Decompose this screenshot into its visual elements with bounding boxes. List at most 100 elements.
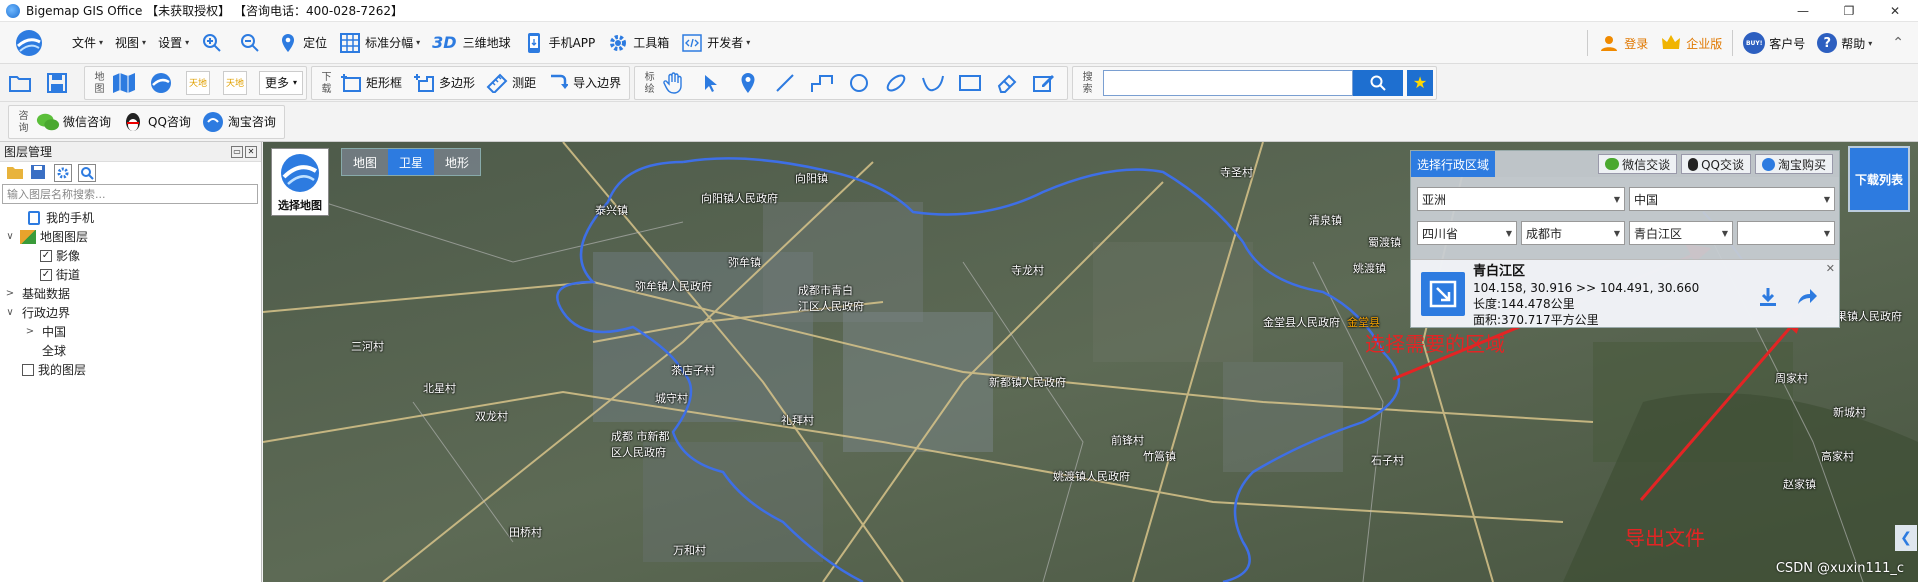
curve-tool-button[interactable]: [916, 68, 953, 98]
standard-sheet-button[interactable]: 标准分幅 ▾: [333, 28, 426, 58]
ellipse-tool-button[interactable]: [879, 68, 916, 98]
rectangle-select-button[interactable]: 矩形框: [334, 68, 407, 98]
country-select[interactable]: 中国 ▼: [1629, 187, 1835, 211]
tree-item-global[interactable]: 全球: [0, 341, 261, 360]
favorite-button[interactable]: ★: [1407, 69, 1434, 96]
expand-toggle-icon[interactable]: >: [4, 288, 16, 299]
edit-tool-button[interactable]: [1027, 68, 1064, 98]
continent-select[interactable]: 亚洲 ▼: [1417, 187, 1625, 211]
map-label: 双龙村: [475, 410, 508, 423]
polyline-tool-button[interactable]: [805, 68, 842, 98]
map-label: 成都 市新都: [611, 430, 670, 443]
more-maps-dropdown[interactable]: 更多 ▾: [259, 70, 304, 95]
map-source-2-button[interactable]: 天地: [181, 68, 218, 98]
more-label: 更多: [265, 76, 290, 90]
menu-settings[interactable]: 设置 ▾: [152, 28, 195, 58]
import-arrow-icon: [546, 71, 570, 95]
circle-tool-button[interactable]: [842, 68, 879, 98]
imagery-checkbox[interactable]: ✓: [40, 249, 52, 262]
measure-button[interactable]: 测距: [480, 68, 541, 98]
help-button[interactable]: ? 帮助 ▾: [1811, 28, 1878, 58]
layer-search-icon[interactable]: [78, 164, 96, 182]
chevron-left-icon[interactable]: ❮: [1895, 525, 1917, 551]
panel-restore-icon[interactable]: ▭: [231, 145, 243, 158]
town-select[interactable]: ▼: [1737, 221, 1835, 245]
panel-window-buttons: ▭ ✕: [231, 145, 257, 158]
export-share-icon[interactable]: [1795, 286, 1819, 311]
menu-view[interactable]: 视图 ▾: [109, 28, 152, 58]
account-button[interactable]: BUY! 客户号: [1737, 28, 1811, 58]
save-icon[interactable]: [30, 164, 48, 182]
save-button[interactable]: [40, 68, 77, 98]
download-list-button[interactable]: 下载列表: [1848, 146, 1910, 212]
tree-item-basic-data[interactable]: > 基础数据: [0, 284, 261, 303]
line-tool-button[interactable]: [768, 68, 805, 98]
taobao-consult-button[interactable]: 淘宝咨询: [196, 107, 281, 137]
tree-item-admin-boundary[interactable]: ∨ 行政边界: [0, 303, 261, 322]
streets-checkbox[interactable]: ✓: [40, 268, 52, 281]
enterprise-button[interactable]: 企业版: [1654, 28, 1728, 58]
marker-tool-button[interactable]: [731, 68, 768, 98]
zoom-in-button[interactable]: [195, 28, 233, 58]
map-layers-button[interactable]: [107, 68, 144, 98]
qq-chat-button[interactable]: QQ交谈: [1681, 154, 1751, 174]
tree-item-map-layers[interactable]: ∨ 地图图层: [0, 227, 261, 246]
minimize-button[interactable]: —: [1780, 0, 1826, 22]
my-layers-checkbox[interactable]: [22, 363, 34, 376]
qq-consult-button[interactable]: QQ咨询: [116, 107, 196, 137]
consult-toolbar: 咨询 微信咨询 QQ咨询 淘宝咨询: [0, 102, 1918, 142]
city-select[interactable]: 成都市 ▼: [1521, 221, 1625, 245]
edit-shape-icon: [1032, 71, 1056, 95]
search-button[interactable]: [1353, 69, 1404, 96]
search-input[interactable]: [1103, 69, 1354, 96]
menu-file[interactable]: 文件 ▾: [66, 28, 109, 58]
tab-satellite[interactable]: 卫星: [388, 149, 434, 175]
collapse-ribbon-button[interactable]: ⌃: [1878, 28, 1918, 58]
wechat-chat-button[interactable]: 微信交谈: [1598, 154, 1678, 174]
draw-group: 标绘: [634, 65, 1069, 100]
layer-search-input[interactable]: 输入图层名称搜索...: [2, 184, 258, 204]
layer-settings-icon[interactable]: [54, 164, 72, 182]
map-source-1-button[interactable]: [144, 68, 181, 98]
tree-item-my-layers[interactable]: 我的图层: [0, 360, 261, 379]
tab-map[interactable]: 地图: [342, 149, 388, 175]
restore-button[interactable]: ❐: [1826, 0, 1872, 22]
rectangle-tool-button[interactable]: [953, 68, 990, 98]
toolbox-button[interactable]: 工具箱: [601, 28, 675, 58]
map-source-3-button[interactable]: 天地: [218, 68, 255, 98]
close-icon[interactable]: ✕: [1826, 262, 1835, 275]
tab-terrain[interactable]: 地形: [434, 149, 480, 175]
select-tool-button[interactable]: [694, 68, 731, 98]
login-button[interactable]: 登录: [1592, 28, 1654, 58]
province-select[interactable]: 四川省 ▼: [1417, 221, 1517, 245]
mobile-app-button[interactable]: 手机APP: [517, 28, 602, 58]
pan-tool-button[interactable]: [657, 68, 694, 98]
tree-item-china[interactable]: > 中国: [0, 322, 261, 341]
tree-item-streets[interactable]: ✓ 街道: [0, 265, 261, 284]
eraser-tool-button[interactable]: [990, 68, 1027, 98]
map-label: 石子村: [1371, 454, 1404, 467]
polygon-select-button[interactable]: 多边形: [407, 68, 480, 98]
import-boundary-button[interactable]: 导入边界: [541, 68, 626, 98]
developer-button[interactable]: 开发者 ▾: [675, 28, 756, 58]
map-label: 万和村: [673, 544, 706, 557]
district-select[interactable]: 青白江区 ▼: [1629, 221, 1733, 245]
expand-toggle-icon[interactable]: >: [24, 326, 36, 337]
open-button[interactable]: [3, 68, 40, 98]
tree-item-imagery[interactable]: ✓ 影像: [0, 246, 261, 265]
close-button[interactable]: ✕: [1872, 0, 1918, 22]
expand-toggle-icon[interactable]: ∨: [4, 231, 16, 242]
wechat-consult-button[interactable]: 微信咨询: [31, 107, 116, 137]
download-icon[interactable]: [1757, 286, 1779, 311]
panel-close-icon[interactable]: ✕: [245, 145, 257, 158]
help-label: 帮助: [1841, 36, 1866, 51]
tree-item-label: 地图图层: [40, 230, 89, 244]
3d-earth-button[interactable]: 3D 三维地球: [426, 28, 516, 58]
locate-button[interactable]: 定位: [271, 28, 333, 58]
expand-toggle-icon[interactable]: ∨: [4, 307, 16, 318]
open-folder-icon[interactable]: [6, 164, 24, 182]
tree-item-my-phone[interactable]: 我的手机: [0, 208, 261, 227]
zoom-out-button[interactable]: [233, 28, 271, 58]
select-map-button[interactable]: 选择地图: [271, 148, 329, 216]
taobao-buy-button[interactable]: 淘宝购买: [1754, 154, 1833, 174]
